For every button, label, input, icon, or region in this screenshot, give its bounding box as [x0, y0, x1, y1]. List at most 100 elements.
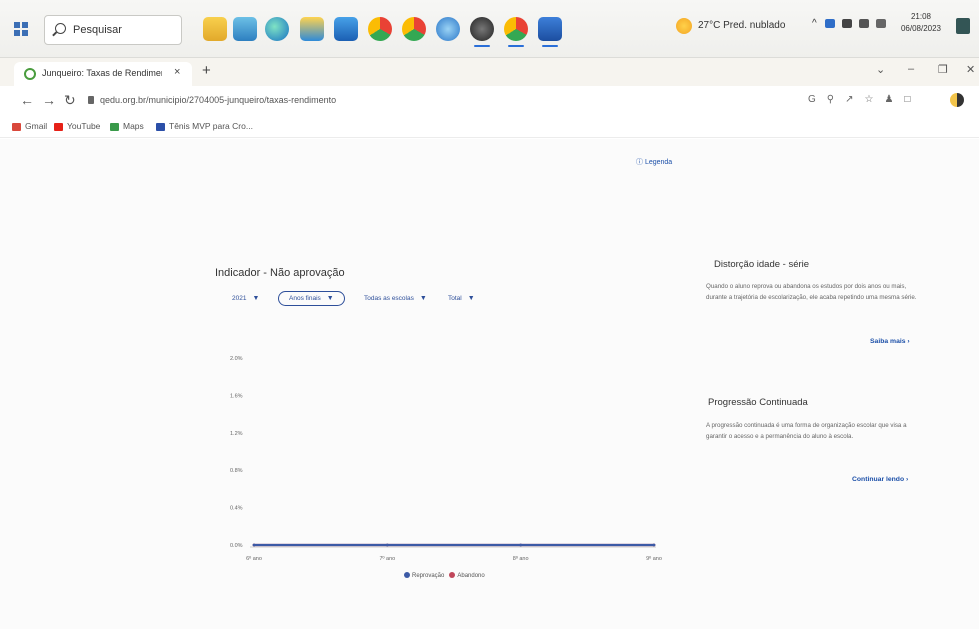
back-icon[interactable]: ← [20, 92, 34, 108]
bookmark-label: Maps [123, 121, 144, 131]
page-content: ⓘ Legenda Indicador - Não aprovação 2021… [0, 139, 979, 629]
app-icon[interactable] [436, 17, 460, 41]
chevron-down-icon: ▼ [326, 295, 334, 302]
word-icon[interactable] [538, 17, 562, 47]
tray-expand-icon[interactable]: ^ [812, 18, 817, 29]
cloud-icon[interactable] [842, 18, 853, 28]
data-point[interactable] [652, 543, 656, 547]
clock[interactable]: 21:08 06/08/2023 [900, 11, 942, 35]
browser-tab[interactable]: Junqueiro: Taxas de Rendimento × [14, 62, 192, 86]
year-select[interactable]: 2021 ▼ [232, 295, 259, 302]
clock-date: 06/08/2023 [900, 24, 942, 33]
mail-icon[interactable] [334, 17, 358, 41]
url-field[interactable]: qedu.org.br/municipio/2704005-junqueiro/… [100, 95, 336, 105]
legend-link[interactable]: ⓘ Legenda [636, 157, 672, 167]
bookmark-label: Gmail [25, 121, 48, 131]
windows-start-icon[interactable] [14, 22, 28, 36]
bookmark-label: YouTube [67, 121, 101, 131]
chrome-icon[interactable] [402, 17, 426, 41]
tab-title: Junqueiro: Taxas de Rendimento [42, 68, 162, 78]
reload-icon[interactable]: ↻ [64, 92, 76, 109]
site-favicon-icon [24, 68, 36, 80]
bookmark-tenis[interactable]: Tênis MVP para Cro... [156, 121, 253, 131]
bookmark-gmail[interactable]: Gmail [12, 121, 47, 131]
chrome-icon[interactable] [368, 17, 392, 41]
profile-avatar-icon[interactable] [950, 93, 964, 107]
browser-tab-bar: Junqueiro: Taxas de Rendimento × + ⌄ – ❐… [0, 58, 979, 86]
x-tick-label: 9º ano [646, 555, 662, 562]
y-tick-label: 0.4% [230, 506, 243, 512]
chevron-right-icon: › [906, 476, 909, 483]
saiba-mais-label: Saiba mais [870, 338, 906, 345]
chevron-down-icon: ▼ [252, 295, 260, 302]
x-tick-label: 7º ano [379, 555, 395, 562]
y-tick-label: 0.0% [230, 543, 243, 549]
progressao-text: A progressão continuada é uma forma de o… [706, 422, 907, 440]
saiba-mais-link[interactable]: Saiba mais › [870, 338, 910, 345]
forward-icon[interactable]: → [42, 92, 56, 108]
weather-text: 27°C Pred. nublado [698, 20, 786, 31]
network-icon[interactable] [825, 18, 836, 28]
edge-icon[interactable] [265, 17, 289, 41]
data-point[interactable] [385, 543, 389, 547]
progressao-title: Progressão Continuada [708, 397, 808, 408]
year-select-value: 2021 [232, 295, 247, 302]
legend-dot-icon [449, 572, 456, 578]
wifi-icon[interactable] [859, 18, 870, 28]
network-select[interactable]: Total ▼ [448, 295, 475, 302]
youtube-icon [54, 122, 63, 131]
schools-select[interactable]: Todas as escolas ▼ [364, 295, 427, 302]
file-explorer-icon[interactable] [203, 17, 227, 41]
legend-label: Reprovação [412, 572, 445, 579]
volume-icon[interactable] [875, 18, 886, 28]
data-point[interactable] [252, 543, 256, 547]
chevron-down-icon: ▼ [467, 295, 475, 302]
files-icon[interactable] [233, 17, 257, 41]
clock-time: 21:08 [910, 12, 932, 21]
chevron-right-icon: › [907, 338, 910, 345]
taskbar-search-input[interactable]: Pesquisar [44, 15, 182, 45]
weather-widget[interactable]: 27°C Pred. nublado [676, 16, 806, 38]
continuar-lendo-link[interactable]: Continuar lendo › [852, 476, 908, 483]
toolbar-icons[interactable]: G⚲↗☆♟□ [808, 94, 921, 105]
y-tick-label: 2.0% [230, 356, 243, 362]
bookmark-site-icon [156, 122, 165, 131]
distorcao-text: Quando o aluno reprova ou abandona os es… [706, 283, 917, 301]
notifications-icon[interactable] [956, 18, 970, 34]
system-tray[interactable]: ^ [812, 18, 890, 29]
legend-label: Abandono [457, 572, 485, 579]
legend-item-reprovacao[interactable]: Reprovação [404, 572, 445, 579]
chart-legend: Reprovação Abandono [404, 572, 485, 579]
data-point[interactable] [519, 543, 523, 547]
weather-icon [676, 18, 692, 34]
lock-icon[interactable] [88, 96, 94, 104]
taskbar-search-placeholder: Pesquisar [73, 24, 122, 36]
y-tick-label: 1.2% [230, 431, 243, 437]
store-icon[interactable] [300, 17, 324, 41]
close-window-icon[interactable]: ✕ [966, 63, 975, 76]
x-tick-label: 6º ano [246, 555, 262, 562]
tab-list-chevron-icon[interactable]: ⌄ [876, 63, 885, 76]
bookmarks-bar: Gmail YouTube Maps Tênis MVP para Cro... [0, 116, 979, 138]
obs-icon[interactable] [470, 17, 494, 47]
maximize-icon[interactable]: ❐ [938, 63, 948, 76]
tab-close-icon[interactable]: × [174, 66, 180, 78]
distorcao-title: Distorção idade - série [714, 259, 810, 270]
chrome-icon[interactable] [504, 17, 528, 47]
legend-item-abandono[interactable]: Abandono [449, 572, 485, 579]
x-tick-label: 8º ano [513, 555, 529, 562]
taskbar: Pesquisar 27°C Pred. nublado ^ 21:08 06/… [0, 0, 979, 58]
bookmark-maps[interactable]: Maps [110, 121, 144, 131]
chevron-down-icon: ▼ [419, 295, 427, 302]
minimize-icon[interactable]: – [908, 63, 914, 75]
network-select-value: Total [448, 295, 462, 302]
indicator-title: Indicador - Não aprovação [215, 267, 345, 279]
new-tab-button[interactable]: + [202, 62, 211, 79]
gmail-icon [12, 122, 21, 131]
y-tick-label: 1.6% [230, 393, 243, 399]
bookmark-youtube[interactable]: YouTube [54, 121, 100, 131]
stage-select[interactable]: Anos finais ▼ [278, 291, 345, 306]
line-chart: 0.0% 0.4% 0.8% 1.2% 1.6% 2.0% 6º ano 7º ano 8º a… [230, 356, 662, 562]
search-icon [55, 23, 66, 34]
legend-link-label: Legenda [644, 159, 673, 166]
